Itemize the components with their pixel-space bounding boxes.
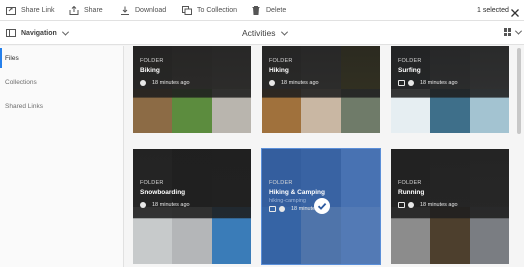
page-title[interactable]: Activities (242, 21, 288, 45)
card-meta: FOLDER Hiking 18 minutes ago (269, 58, 319, 86)
globe-icon (269, 80, 275, 86)
card-timestamp: 18 minutes ago (140, 202, 190, 208)
to-collection-label: To Collection (197, 7, 238, 14)
sidebar-item-files[interactable]: Files (0, 48, 124, 68)
sidebar-item-shared-links[interactable]: Shared Links (0, 96, 124, 116)
publish-icon (398, 202, 405, 208)
header-bar: Navigation Activities (0, 21, 524, 45)
card-meta: FOLDER Biking 18 minutes ago (140, 58, 190, 86)
globe-icon (279, 206, 285, 212)
share-label: Share (84, 7, 103, 14)
card-kind: FOLDER (140, 180, 164, 186)
share-link-label: Share Link (21, 7, 55, 14)
chevron-down-icon (61, 28, 69, 36)
download-icon (120, 6, 130, 15)
globe-icon (408, 80, 414, 86)
close-icon[interactable] (510, 5, 520, 17)
card-meta: FOLDER Surfing 18 minutes ago (398, 58, 458, 86)
navigation-label: Navigation (21, 29, 57, 37)
timestamp-text: 18 minutes ago (420, 202, 458, 208)
sidebar-item-collections[interactable]: Collections (0, 72, 124, 92)
publish-icon (398, 80, 405, 86)
timestamp-text: 18 minutes ago (152, 202, 190, 208)
share-button[interactable]: Share (69, 0, 103, 21)
chevron-down-icon (280, 28, 288, 36)
checkmark-icon[interactable] (314, 198, 330, 214)
card-timestamp: 18 minutes ago (398, 202, 458, 208)
card-kind: FOLDER (398, 180, 422, 186)
card-meta: FOLDER Snowboarding 18 minutes ago (140, 180, 190, 208)
view-switcher[interactable] (504, 27, 523, 36)
timestamp-text: 18 minutes ago (152, 80, 190, 86)
panel-icon (6, 29, 16, 37)
grid-view-icon (504, 28, 512, 36)
timestamp-text: 18 minutes ago (281, 80, 319, 86)
page-title-label: Activities (242, 28, 276, 38)
card-title: Hiking & Camping (269, 189, 325, 196)
card-timestamp: 18 minutes ago (398, 80, 458, 86)
card-title: Hiking (269, 67, 289, 74)
sidebar-item-label: Files (5, 54, 19, 62)
folder-card[interactable]: FOLDER Snowboarding 18 minutes ago (133, 149, 251, 264)
card-title: Surfing (398, 67, 421, 74)
delete-button[interactable]: Delete (251, 0, 286, 21)
download-label: Download (135, 7, 167, 14)
card-kind: FOLDER (398, 58, 422, 64)
globe-icon (140, 202, 146, 208)
card-title: Biking (140, 67, 160, 74)
card-kind: FOLDER (269, 58, 293, 64)
folder-card[interactable]: FOLDER Running 18 minutes ago (391, 149, 509, 264)
card-kind: FOLDER (140, 58, 164, 64)
sidebar-item-label: Shared Links (5, 102, 43, 110)
folder-card[interactable]: FOLDER Hiking & Camping hiking-camping 18 m… (261, 148, 381, 265)
folder-card[interactable]: FOLDER Biking 18 minutes ago (133, 46, 251, 133)
collection-icon (182, 6, 192, 15)
card-grid: FOLDER Biking 18 minutes ago FOLDER Hiking 18… (125, 46, 524, 267)
globe-icon (408, 202, 414, 208)
selection-count: 1 selected (477, 7, 509, 14)
action-toolbar: Share Link Share Download To Collection … (0, 0, 524, 21)
card-timestamp: 18 minutes ago (269, 80, 319, 86)
globe-icon (140, 80, 146, 86)
delete-label: Delete (266, 7, 287, 14)
scrollbar[interactable] (517, 48, 521, 134)
timestamp-text: 18 minutes ago (420, 80, 458, 86)
sidebar: Files Collections Shared Links (0, 46, 124, 267)
chevron-down-icon (514, 27, 523, 35)
card-timestamp: 18 minutes ago (140, 80, 190, 86)
download-button[interactable]: Download (120, 0, 166, 21)
card-title: Running (398, 189, 425, 196)
folder-card[interactable]: FOLDER Hiking 18 minutes ago (262, 46, 380, 133)
publish-icon (269, 206, 276, 212)
card-title: Snowboarding (140, 189, 186, 196)
share-icon (69, 6, 79, 15)
sidebar-item-label: Collections (5, 78, 37, 86)
to-collection-button[interactable]: To Collection (182, 0, 237, 21)
share-link-icon (6, 6, 16, 15)
card-kind: FOLDER (269, 180, 293, 186)
navigation-toggle[interactable]: Navigation (6, 21, 69, 45)
card-meta: FOLDER Running 18 minutes ago (398, 180, 458, 208)
share-link-button[interactable]: Share Link (6, 0, 54, 21)
trash-icon (251, 6, 261, 15)
folder-card[interactable]: FOLDER Surfing 18 minutes ago (391, 46, 509, 133)
